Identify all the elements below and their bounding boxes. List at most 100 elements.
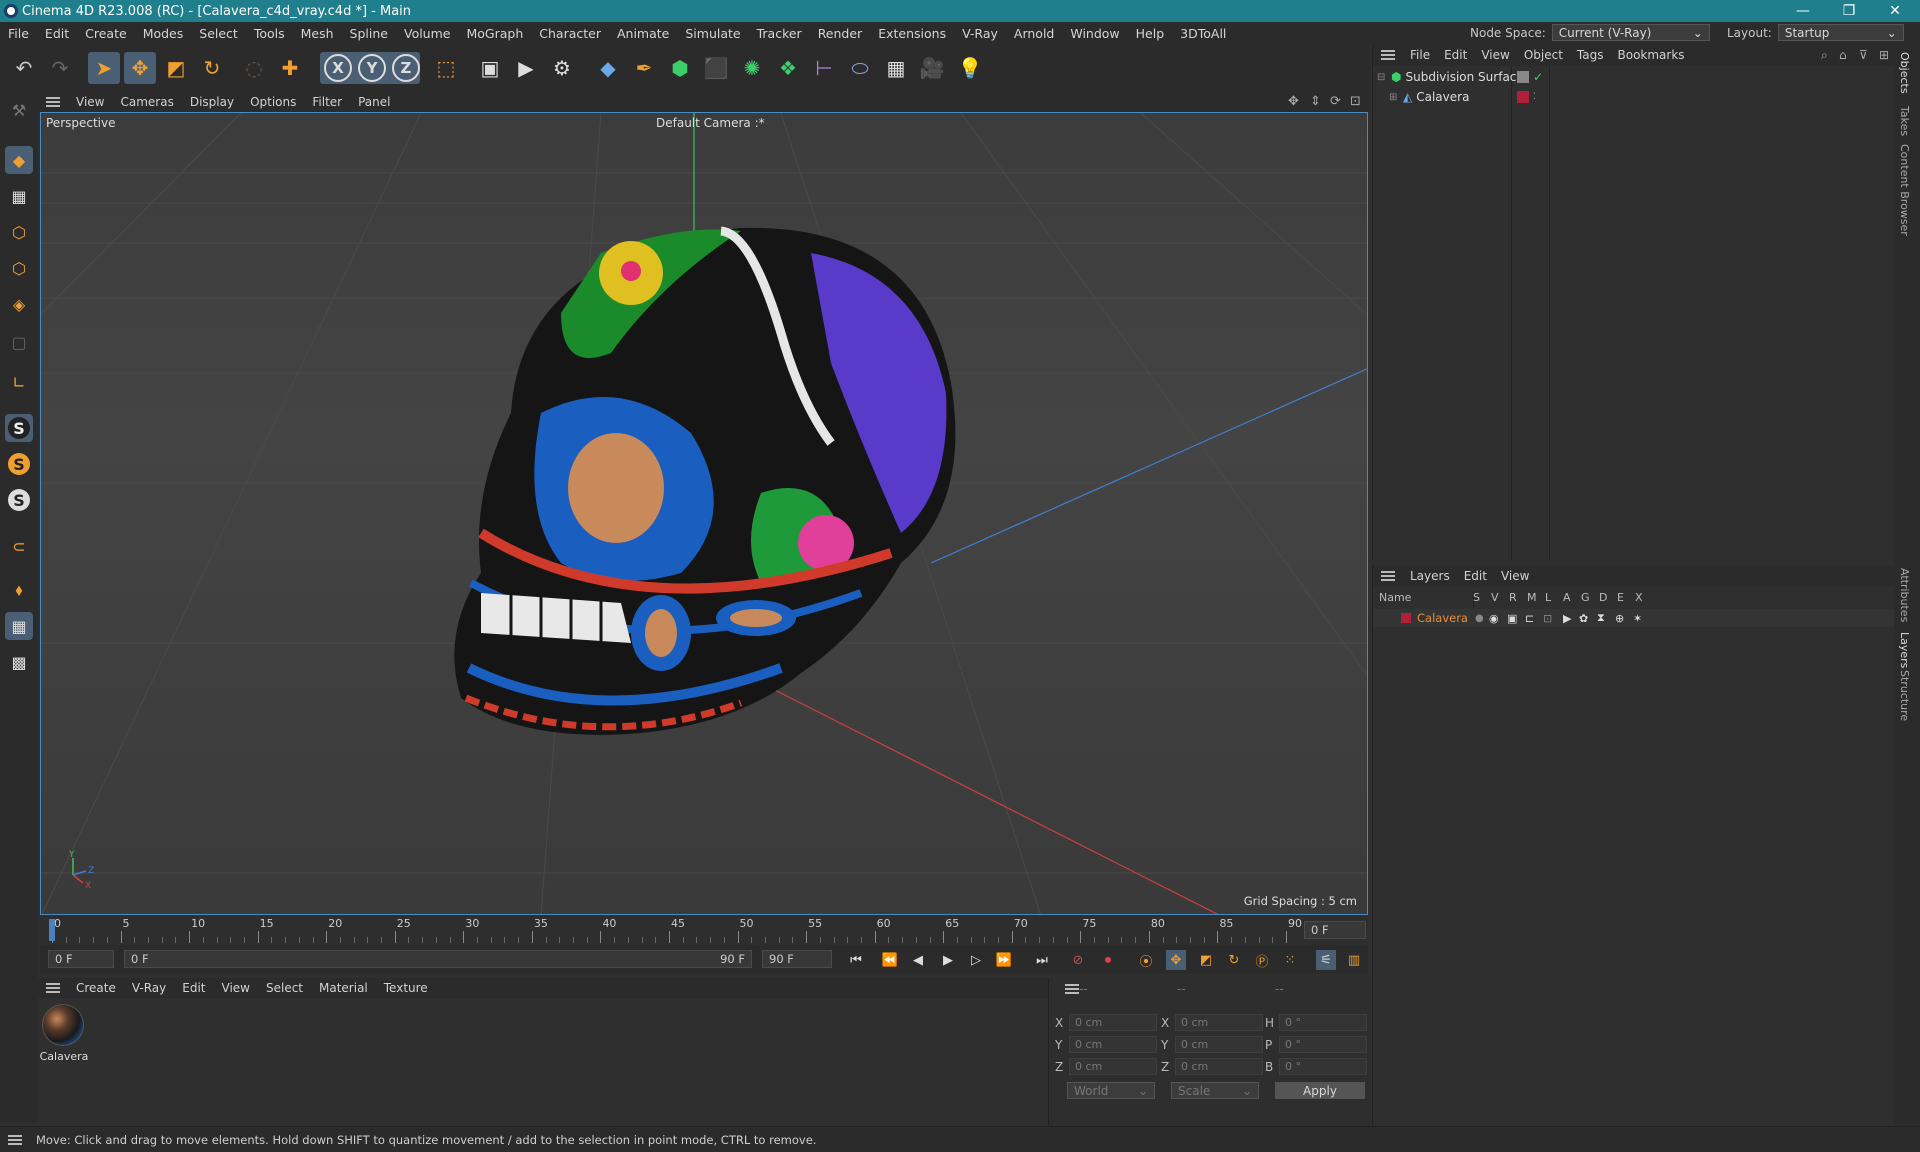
calavera-skull-model[interactable]	[454, 226, 956, 735]
filter-icon[interactable]: ⊽	[1859, 48, 1868, 62]
col-expressions[interactable]: E	[1617, 591, 1624, 604]
visibility-dots-icon[interactable]: ⁚	[1533, 92, 1536, 102]
texture-mode-button[interactable]: ▦	[5, 182, 33, 210]
live-selection-button[interactable]: ➤	[88, 52, 120, 84]
col-render[interactable]: R	[1509, 591, 1517, 604]
end-frame-field[interactable]: 90 F	[762, 950, 832, 968]
motion-path-button[interactable]: ⚟	[1316, 950, 1336, 970]
play-button[interactable]: ▶	[938, 950, 958, 970]
minimize-button[interactable]: —	[1780, 0, 1826, 22]
key-pla-button[interactable]: ⁙	[1280, 950, 1300, 970]
playhead[interactable]	[49, 919, 55, 941]
spline-pen-button[interactable]: ✒	[628, 52, 660, 84]
tab-structure[interactable]: Structure	[1898, 670, 1911, 721]
render-view-button[interactable]: ▣	[474, 52, 506, 84]
rotate-tool-button[interactable]: ↻	[196, 52, 228, 84]
field-button[interactable]: ⬭	[844, 52, 876, 84]
go-to-start-button[interactable]: ⏮	[846, 950, 866, 970]
render-settings-button[interactable]: ⚙	[546, 52, 578, 84]
cloner-button[interactable]: ✺	[736, 52, 768, 84]
coord-mode-dropdown[interactable]: Scale ⌄	[1171, 1082, 1259, 1099]
tab-layers[interactable]: Layers	[1898, 632, 1911, 668]
layer-menu-view[interactable]: View	[1494, 569, 1536, 583]
scale-tool-button[interactable]: ◩	[160, 52, 192, 84]
col-locked[interactable]: L	[1545, 591, 1551, 604]
perspective-viewport[interactable]: Perspective Default Camera :* Y Z X Grid…	[40, 112, 1368, 915]
camera-button[interactable]: 🎥	[916, 52, 948, 84]
coords-hamburger-icon[interactable]	[1065, 984, 1079, 994]
menu-tracker[interactable]: Tracker	[749, 26, 810, 41]
auto-keying-button[interactable]: ⏺	[1098, 950, 1118, 970]
menu-create[interactable]: Create	[77, 26, 135, 41]
x-axis-lock-button[interactable]: X	[324, 54, 352, 82]
recent-tools-button[interactable]: ◌	[238, 52, 270, 84]
render-picture-viewer-button[interactable]: ▶	[510, 52, 542, 84]
node-space-dropdown[interactable]: Current (V-Ray) ⌄	[1551, 24, 1710, 41]
xref-icon[interactable]: ✶	[1633, 612, 1642, 625]
current-frame-field[interactable]: 0 F	[1304, 921, 1366, 939]
maximize-view-icon[interactable]: ⊡	[1350, 94, 1361, 109]
col-generators[interactable]: G	[1581, 591, 1590, 604]
menu-simulate[interactable]: Simulate	[677, 26, 748, 41]
layout-dropdown[interactable]: Startup ⌄	[1777, 24, 1904, 41]
key-rotation-button[interactable]: ↻	[1224, 950, 1244, 970]
size-y-field[interactable]: 0 cm	[1175, 1036, 1263, 1053]
locked-workplane-button[interactable]: ▩	[5, 648, 33, 676]
material-menu-view[interactable]: View	[214, 981, 258, 995]
material-hamburger-icon[interactable]	[46, 983, 60, 993]
edges-mode-button[interactable]: ⬡	[5, 254, 33, 282]
coord-space-dropdown[interactable]: World ⌄	[1067, 1082, 1155, 1099]
animation-play-icon[interactable]: ▶	[1563, 612, 1571, 625]
col-solo[interactable]: S	[1473, 591, 1480, 604]
material-menu-texture[interactable]: Texture	[376, 981, 436, 995]
col-view[interactable]: V	[1491, 591, 1499, 604]
size-z-field[interactable]: 0 cm	[1175, 1058, 1263, 1075]
material-menu-edit[interactable]: Edit	[174, 981, 213, 995]
object-menu-view[interactable]: View	[1474, 48, 1516, 62]
timeline-ruler[interactable]: 0 5 10 15 20 25 30 35 40 45 50 55 60 65 70 75 80 85 90 0 F	[40, 915, 1368, 945]
record-keys-button[interactable]: ⊘	[1068, 950, 1088, 970]
enabled-check-icon[interactable]: ✓	[1533, 70, 1543, 84]
material-menu-create[interactable]: Create	[68, 981, 124, 995]
layer-color-icon[interactable]	[1517, 91, 1529, 103]
grid-workplane-button[interactable]: ▦	[5, 612, 33, 640]
light-button[interactable]: 💡	[954, 52, 986, 84]
snap-settings-button[interactable]: S	[5, 450, 33, 478]
object-row-calavera[interactable]: ⊞ ◭ Calavera ⁚	[1389, 88, 1889, 106]
move-tool-button[interactable]: ✥	[124, 52, 156, 84]
pos-y-field[interactable]: 0 cm	[1069, 1036, 1157, 1053]
col-name[interactable]: Name	[1379, 591, 1411, 604]
new-window-icon[interactable]: ⊞	[1879, 48, 1889, 62]
expression-icon[interactable]: ⊕	[1615, 612, 1624, 625]
deformer-icon[interactable]: ⧗	[1597, 611, 1605, 625]
viewport-menu-view[interactable]: View	[68, 95, 112, 109]
menu-mograph[interactable]: MoGraph	[458, 26, 531, 41]
tab-objects[interactable]: Objects	[1898, 52, 1911, 94]
timeline-window-button[interactable]: ▥	[1344, 950, 1364, 970]
layers-hamburger-icon[interactable]	[1381, 571, 1395, 581]
hierarchy-icon[interactable]: ⊏	[1525, 612, 1534, 625]
viewport-menu-options[interactable]: Options	[242, 95, 304, 109]
layer-tag-icon[interactable]	[1517, 71, 1529, 83]
menu-mesh[interactable]: Mesh	[293, 26, 342, 41]
undo-button[interactable]: ↶	[8, 52, 40, 84]
snap-button[interactable]: S	[5, 414, 33, 442]
subdivision-surface-button[interactable]: ⬢	[664, 52, 696, 84]
add-tool-button[interactable]: ✚	[274, 52, 306, 84]
material-calavera[interactable]: Calavera	[40, 1004, 88, 1068]
close-button[interactable]: ✕	[1872, 0, 1918, 22]
menu-spline[interactable]: Spline	[342, 26, 396, 41]
lock-icon[interactable]: ⊡	[1543, 612, 1552, 625]
material-menu-select[interactable]: Select	[258, 981, 311, 995]
eye-icon[interactable]: ◉	[1489, 612, 1499, 625]
layer-menu-layers[interactable]: Layers	[1403, 569, 1457, 583]
key-position-button[interactable]: ✥	[1166, 950, 1186, 970]
menu-window[interactable]: Window	[1062, 26, 1127, 41]
menu-edit[interactable]: Edit	[37, 26, 77, 41]
menu-modes[interactable]: Modes	[135, 26, 192, 41]
search-icon[interactable]: ⌕	[1821, 48, 1828, 63]
pan-view-icon[interactable]: ✥	[1288, 94, 1299, 109]
solo-dot-icon[interactable]: ●	[1475, 613, 1484, 624]
viewport-menu-display[interactable]: Display	[182, 95, 242, 109]
material-menu-material[interactable]: Material	[311, 981, 376, 995]
